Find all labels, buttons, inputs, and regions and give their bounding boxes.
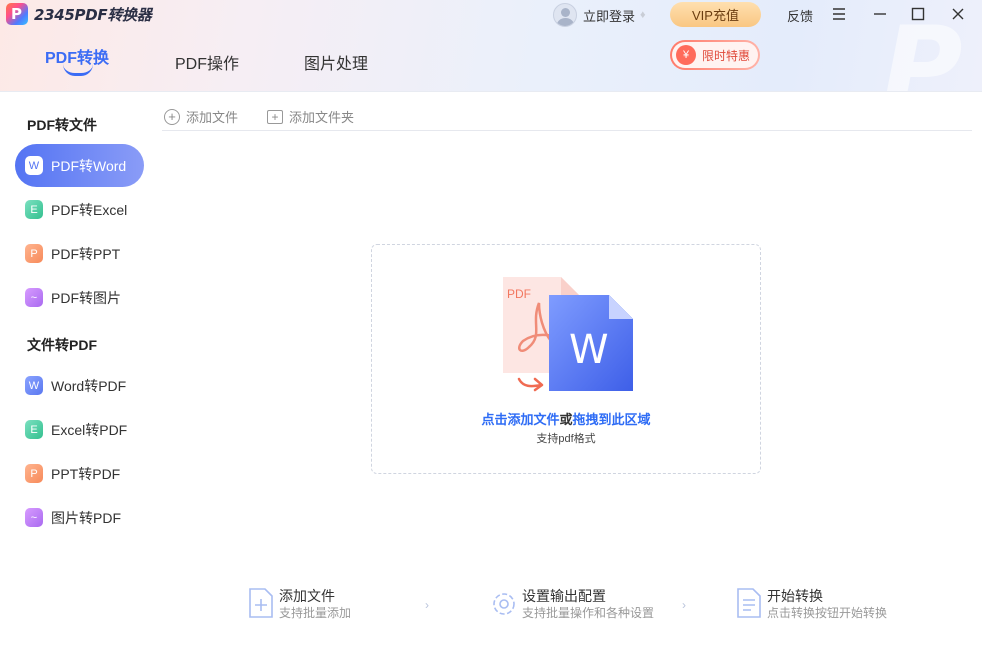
ppt-icon: P — [25, 464, 43, 483]
promo-label: 限时特惠 — [702, 48, 751, 63]
step-title: 开始转换 — [767, 588, 823, 604]
folder-plus-icon: + — [267, 109, 283, 124]
add-file-label: 添加文件 — [186, 110, 239, 125]
file-drop-zone[interactable]: PDF W 点击添加文件或拖拽到此区域 支持pdf格式 — [371, 244, 761, 474]
logo-icon — [6, 3, 28, 25]
maximize-icon[interactable] — [906, 3, 930, 25]
limited-offer-button[interactable]: ¥ 限时特惠 — [670, 40, 760, 70]
step-title: 添加文件 — [279, 588, 335, 604]
word-glyph: W — [569, 327, 609, 373]
add-file-button[interactable]: + 添加文件 — [164, 107, 238, 126]
app-name: 2345PDF转换器 — [34, 5, 152, 24]
add-folder-label: 添加文件夹 — [289, 110, 355, 125]
login-button[interactable]: 立即登录 ♦ — [553, 3, 646, 27]
diamond-icon: ♦ — [640, 9, 646, 21]
login-label: 立即登录 — [583, 8, 636, 24]
avatar-icon — [553, 3, 577, 27]
menu-icon[interactable] — [827, 3, 851, 25]
drag-here-text: 拖拽到此区域 — [572, 412, 651, 427]
image-icon: ~ — [25, 288, 43, 307]
drop-instruction: 点击添加文件或拖拽到此区域 — [372, 409, 760, 428]
sidebar-item-label: 图片转PDF — [51, 509, 121, 526]
sidebar-item-image-to-pdf[interactable]: ~ 图片转PDF — [15, 496, 144, 539]
sidebar-item-excel-to-pdf[interactable]: E Excel转PDF — [15, 408, 144, 451]
word-icon: W — [25, 156, 43, 175]
sidebar-item-word-to-pdf[interactable]: W Word转PDF — [15, 364, 144, 407]
sidebar-item-label: PDF转PPT — [51, 245, 121, 262]
step-title: 设置输出配置 — [522, 588, 606, 604]
add-file-step-icon — [249, 588, 273, 618]
sidebar-item-label: Word转PDF — [51, 377, 127, 394]
excel-icon: E — [25, 200, 43, 219]
sidebar-item-label: PDF转Word — [51, 157, 127, 174]
app-logo: 2345PDF转换器 — [6, 3, 152, 25]
step-desc: 支持批量操作和各种设置 — [522, 606, 655, 620]
vip-recharge-button[interactable]: VIP充值 — [670, 2, 761, 27]
sidebar-item-pdf-to-image[interactable]: ~ PDF转图片 — [15, 276, 144, 319]
tab-active-indicator — [63, 64, 93, 76]
pdf-tag: PDF — [507, 287, 531, 301]
step-add-file: 添加文件 支持批量添加 — [247, 587, 351, 621]
sidebar-item-label: PDF转Excel — [51, 201, 128, 218]
sidebar-item-label: Excel转PDF — [51, 421, 128, 438]
chevron-right-icon: › — [682, 598, 686, 612]
title-bar: P 2345PDF转换器 立即登录 ♦ VIP充值 反馈 PDF转换 PDF操作… — [0, 0, 982, 92]
supported-format-text: 支持pdf格式 — [536, 433, 596, 445]
tab-image-processing[interactable]: 图片处理 — [304, 50, 368, 74]
sidebar-item-label: PDF转图片 — [51, 289, 121, 306]
sidebar-item-label: PPT转PDF — [51, 465, 121, 482]
click-add-text: 点击添加文件 — [481, 412, 560, 427]
excel-icon: E — [25, 420, 43, 439]
step-start-convert: 开始转换 点击转换按钮开始转换 — [735, 587, 887, 621]
group-title-file-to-pdf: 文件转PDF — [27, 337, 97, 353]
add-circle-icon: + — [164, 108, 180, 125]
step-desc: 点击转换按钮开始转换 — [767, 606, 888, 620]
coupon-icon: ¥ — [676, 45, 696, 65]
ppt-icon: P — [25, 244, 43, 263]
header-watermark-p: P — [882, 3, 963, 92]
sidebar-item-pdf-to-excel[interactable]: E PDF转Excel — [15, 188, 144, 231]
tab-pdf-operations[interactable]: PDF操作 — [175, 50, 239, 74]
chevron-right-icon: › — [425, 598, 429, 612]
group-title-pdf-to-file: PDF转文件 — [27, 117, 97, 133]
document-list-icon — [737, 588, 761, 618]
or-text: 或 — [559, 412, 573, 427]
feedback-button[interactable]: 反馈 — [787, 6, 813, 25]
sidebar-item-pdf-to-ppt[interactable]: P PDF转PPT — [15, 232, 144, 275]
sidebar-item-ppt-to-pdf[interactable]: P PPT转PDF — [15, 452, 144, 495]
file-toolbar: + 添加文件 + 添加文件夹 — [162, 107, 972, 131]
step-desc: 支持批量添加 — [279, 606, 352, 620]
gear-icon — [493, 593, 515, 615]
close-icon[interactable] — [946, 3, 970, 25]
sidebar: PDF转文件 W PDF转Word E PDF转Excel P PDF转PPT … — [0, 93, 150, 652]
word-icon: W — [25, 376, 43, 395]
sidebar-item-pdf-to-word[interactable]: W PDF转Word — [15, 144, 144, 187]
minimize-icon[interactable] — [868, 3, 892, 25]
pdf-to-word-illustration: PDF W — [503, 277, 633, 392]
image-icon: ~ — [25, 508, 43, 527]
add-folder-button[interactable]: + 添加文件夹 — [267, 107, 354, 126]
step-output-settings: 设置输出配置 支持批量操作和各种设置 — [490, 587, 654, 621]
